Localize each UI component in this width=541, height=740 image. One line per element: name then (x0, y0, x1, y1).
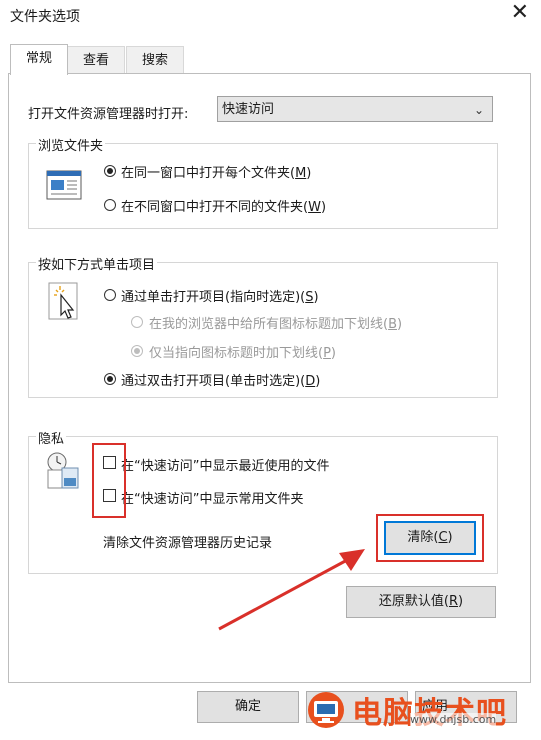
different-window-label[interactable]: 在不同窗口中打开不同的文件夹(W) (121, 196, 326, 215)
recent-files-label[interactable]: 在“快速访问”中显示最近使用的文件 (121, 455, 329, 474)
underline-all-radio (131, 316, 143, 328)
browse-folders-group (28, 143, 498, 229)
double-click-label[interactable]: 通过双击打开项目(单击时选定)(D) (121, 370, 320, 389)
open-explorer-label: 打开文件资源管理器时打开: (28, 107, 189, 122)
window-title: 文件夹选项 (10, 9, 80, 25)
single-click-radio[interactable] (104, 289, 116, 301)
window-layout-icon (46, 170, 82, 204)
underline-point-label: 仅当指向图标标题时加下划线(P) (149, 346, 336, 361)
single-click-label[interactable]: 通过单击打开项目(指向时选定)(S) (121, 286, 319, 305)
restore-defaults-button[interactable]: 还原默认值(R) (346, 586, 496, 618)
open-explorer-value: 快速访问 (222, 102, 275, 117)
checkbox-highlight-box (92, 443, 126, 518)
different-window-radio[interactable] (104, 199, 116, 211)
tab-view[interactable]: 查看 (67, 46, 125, 75)
chevron-down-icon: ⌄ (473, 103, 484, 117)
same-window-label[interactable]: 在同一窗口中打开每个文件夹(M) (121, 162, 311, 181)
double-click-radio[interactable] (104, 373, 116, 385)
watermark-logo-icon (303, 690, 349, 734)
close-icon[interactable]: ✕ (511, 2, 529, 24)
privacy-title: 隐私 (36, 428, 67, 447)
browse-folders-title: 浏览文件夹 (36, 135, 106, 154)
frequent-folders-label[interactable]: 在“快速访问”中显示常用文件夹 (121, 488, 303, 507)
ok-button[interactable]: 确定 (197, 691, 299, 723)
underline-point-radio (131, 345, 143, 357)
click-items-title: 按如下方式单击项目 (36, 254, 158, 273)
clear-button-highlight-box (376, 514, 484, 562)
tab-general[interactable]: 常规 (10, 44, 68, 75)
tab-search[interactable]: 搜索 (126, 46, 184, 75)
underline-all-label: 在我的浏览器中给所有图标标题加下划线(B) (149, 317, 403, 332)
watermark-url: www.dnjsb.com (410, 713, 497, 726)
same-window-radio[interactable] (104, 165, 116, 177)
open-explorer-select[interactable]: 快速访问 ⌄ (217, 96, 493, 122)
privacy-clock-icon (44, 450, 82, 496)
cursor-click-icon (46, 282, 82, 328)
